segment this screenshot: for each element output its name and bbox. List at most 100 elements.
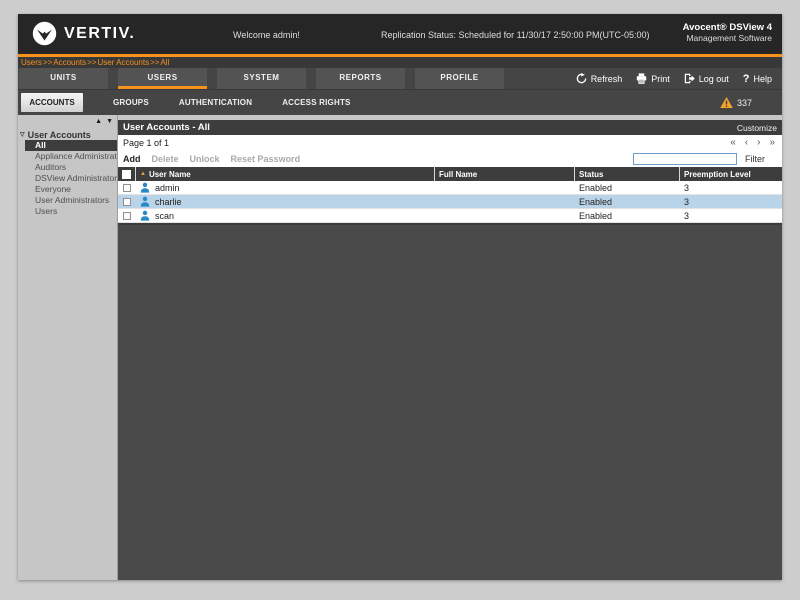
sidebar-item-all[interactable]: All [25,140,117,151]
column-header-preemption-level[interactable]: Preemption Level [680,167,782,181]
subtab-accounts[interactable]: ACCOUNTS [21,93,83,112]
toolbar-unlock-button[interactable]: Unlock [190,154,220,164]
user-name-cell: charlie [136,195,435,208]
user-name-text: scan [155,210,175,221]
tab-units[interactable]: UNITS [19,68,108,89]
logout-label: Log out [698,73,729,84]
full-name-cell [435,181,575,194]
tree-root-user-accounts[interactable]: ▽ User Accounts [18,129,117,140]
page-title: User Accounts - All [123,122,210,133]
user-icon [140,182,150,193]
subtab-access-rights[interactable]: ACCESS RIGHTS [282,98,350,107]
breadcrumb: Users >> Accounts >> User Accounts >> All [18,57,782,68]
toolbar-delete-button[interactable]: Delete [152,154,179,164]
preemption-level-cell: 3 [684,210,690,221]
replication-status: Replication Status: Scheduled for 11/30/… [381,30,650,40]
last-page-button[interactable]: » [769,137,775,148]
pager: « ‹ › » [730,137,777,148]
sidebar-item-users[interactable]: Users [18,206,117,217]
column-header-user-name[interactable]: ▲ User Name [136,167,435,181]
row-checkbox[interactable] [123,197,131,206]
help-icon: ? [742,72,750,85]
tab-profile[interactable]: PROFILE [415,68,504,89]
status-cell: Enabled [579,182,613,193]
alert-badge[interactable]: 337 [720,97,752,108]
collapse-icon[interactable]: ▽ [20,131,25,138]
row-checkbox-cell [118,181,136,194]
table-row-admin[interactable]: admin Enabled 3 [118,181,782,195]
user-name-cell: admin [136,181,435,194]
help-label: Help [753,73,772,84]
content-title-bar: User Accounts - All Customize [118,120,782,135]
warning-icon [720,97,733,108]
row-checkbox[interactable] [123,183,131,192]
table-row-charlie[interactable]: charlie Enabled 3 [118,195,782,209]
select-all-header-cell [118,167,136,181]
product-name: Avocent® DSView 4 Management Software [683,22,772,43]
breadcrumb-item-users[interactable]: Users [21,58,42,67]
column-header-status[interactable]: Status [575,167,680,181]
sort-descending-icon[interactable]: ▼ [106,118,113,125]
column-header-full-name[interactable]: Full Name [435,167,575,181]
user-name-text: admin [155,182,180,193]
main-tab-bar: UNITS USERS SYSTEM REPORTS PROFILE Refresh P… [18,68,782,89]
printer-icon [636,73,647,84]
subtab-authentication[interactable]: AUTHENTICATION [179,98,252,107]
page-info: Page 1 of 1 [123,137,170,148]
sidebar-item-auditors[interactable]: Auditors [18,162,117,173]
product-line2: Management Software [686,33,772,43]
brand-text: VERTIV. [64,24,136,42]
subtab-groups[interactable]: GROUPS [113,98,149,107]
full-name-cell [435,209,575,222]
breadcrumb-item-all[interactable]: All [160,58,169,67]
utility-bar: Refresh Print Log out ? Help [576,68,772,89]
filter-area: Filter [633,152,777,165]
product-line1: Avocent® DSView 4 [682,22,772,33]
sort-ascending-icon[interactable]: ▲ [95,118,102,125]
user-name-text: charlie [155,196,182,207]
sub-tab-bar: ACCOUNTS GROUPS AUTHENTICATION ACCESS RIGHT… [18,89,782,115]
breadcrumb-separator: >> [87,58,97,67]
print-label: Print [651,73,670,84]
sidebar-sort-bar: ▲ ▼ [18,115,117,127]
vertiv-bird-icon [32,21,57,46]
customize-link[interactable]: Customize [737,123,777,133]
sidebar: ▲ ▼ ▽ User Accounts All Appliance Adminis… [18,115,118,580]
row-checkbox[interactable] [123,211,131,220]
sidebar-item-appliance-administrators[interactable]: Appliance Administrators [18,151,117,162]
main-tabs: UNITS USERS SYSTEM REPORTS PROFILE [19,68,514,89]
breadcrumb-item-user-accounts[interactable]: User Accounts [97,58,149,67]
vertiv-logo: VERTIV. [32,21,135,46]
column-sort-icon: ▲ [140,171,146,177]
user-name-cell: scan [136,209,435,222]
tree-root-label: User Accounts [27,129,91,140]
help-button[interactable]: ? Help [743,73,772,85]
toolbar-reset-password-button[interactable]: Reset Password [231,154,301,164]
select-all-checkbox[interactable] [122,169,131,179]
next-page-button[interactable]: › [757,137,760,148]
sidebar-item-dsview-administrators[interactable]: DSView Administrators [18,173,117,184]
full-name-cell [435,195,575,208]
user-accounts-table: admin Enabled 3 charlie Enabled 3 scan Enabled 3 [118,181,782,223]
sidebar-item-everyone[interactable]: Everyone [18,184,117,195]
tab-users[interactable]: USERS [118,68,207,89]
tab-reports[interactable]: REPORTS [316,68,405,89]
breadcrumb-item-accounts[interactable]: Accounts [53,58,86,67]
toolbar-add-button[interactable]: Add [123,154,141,164]
filter-input[interactable] [633,152,737,165]
table-row-scan[interactable]: scan Enabled 3 [118,209,782,223]
table-header: ▲ User Name Full Name Status Preemption … [118,167,782,181]
refresh-button[interactable]: Refresh [576,73,623,84]
print-button[interactable]: Print [636,73,670,84]
breadcrumb-separator: >> [42,58,53,67]
logout-button[interactable]: Log out [684,73,729,84]
toolbar-buttons: Add Delete Unlock Reset Password [123,154,300,164]
filter-button[interactable]: Filter [745,154,765,164]
alert-count: 337 [736,97,752,108]
first-page-button[interactable]: « [730,137,736,148]
previous-page-button[interactable]: ‹ [745,137,748,148]
sidebar-item-user-administrators[interactable]: User Administrators [18,195,117,206]
content-background-panel [118,223,782,580]
refresh-label: Refresh [590,73,623,84]
tab-system[interactable]: SYSTEM [217,68,306,89]
